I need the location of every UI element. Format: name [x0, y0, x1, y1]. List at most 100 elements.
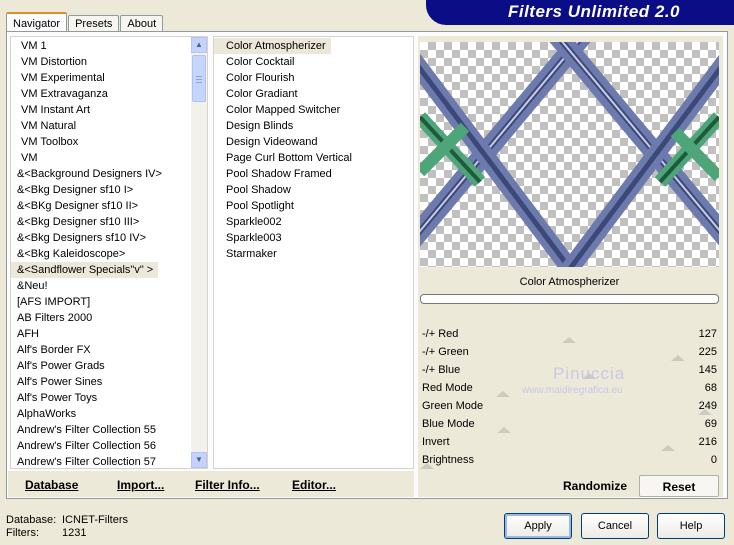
filter-item-label: Sparkle002 [226, 216, 282, 228]
param-value: 68 [704, 382, 717, 394]
slider-track[interactable] [420, 325, 719, 343]
filter-item[interactable]: Color Atmospherizer [214, 38, 413, 54]
param-value: 69 [704, 418, 717, 430]
category-item-label: [AFS IMPORT] [17, 296, 91, 308]
category-items: VM 1 VM Distortion VM Experimental VM Extra… [11, 37, 207, 468]
category-item-label: Alf's Power Toys [17, 392, 98, 404]
scroll-down-button[interactable]: ▼ [191, 452, 207, 468]
param-label: -/+ Green [422, 346, 469, 358]
filter-info-button[interactable]: Filter Info... [195, 478, 260, 492]
param-slider[interactable]: Green Mode 249 [420, 397, 719, 415]
category-scrollbar[interactable]: ▲ ▼ [191, 37, 207, 468]
param-slider[interactable]: Blue Mode 69 [420, 415, 719, 433]
database-button[interactable]: Database [25, 478, 78, 492]
category-item-label: VM Instant Art [21, 104, 91, 116]
category-item[interactable]: VM Instant Art [11, 102, 207, 118]
category-item[interactable]: AB Filters 2000 [11, 310, 207, 326]
category-item[interactable]: &Neu! [11, 278, 207, 294]
filter-item-label: Color Flourish [226, 72, 295, 84]
randomize-button[interactable]: Randomize [556, 475, 634, 497]
category-item[interactable]: AlphaWorks [11, 406, 207, 422]
database-value: ICNET-Filters [62, 514, 128, 526]
filter-item[interactable]: Sparkle002 [214, 214, 413, 230]
filter-item[interactable]: Design Videowand [214, 134, 413, 150]
reset-button[interactable]: Reset [639, 475, 719, 497]
category-item[interactable]: Alf's Power Sines [11, 374, 207, 390]
param-label: Brightness [422, 454, 474, 466]
cancel-button[interactable]: Cancel [581, 513, 649, 539]
filter-item-label: Sparkle003 [226, 232, 282, 244]
category-item-label: Andrew's Filter Collection 55 [17, 424, 157, 436]
category-item[interactable]: Alf's Power Toys [11, 390, 207, 406]
watermark-url: www.maidiregrafica.eu [522, 385, 623, 396]
tab-bar: Navigator Presets About [6, 12, 164, 33]
apply-button[interactable]: Apply [504, 513, 572, 539]
filter-item[interactable]: Design Blinds [214, 118, 413, 134]
filter-item[interactable]: Pool Shadow [214, 182, 413, 198]
editor-button[interactable]: Editor... [292, 478, 336, 492]
category-item-label: Alf's Power Grads [17, 360, 105, 372]
progress-bar [420, 294, 719, 304]
filter-item-label: Pool Shadow Framed [226, 168, 332, 180]
param-slider[interactable]: Invert 216 [420, 433, 719, 451]
category-item[interactable]: Alf's Border FX [11, 342, 207, 358]
category-list[interactable]: VM 1 VM Distortion VM Experimental VM Extra… [10, 36, 208, 469]
category-item[interactable]: AFH [11, 326, 207, 342]
category-item[interactable]: VM Distortion [11, 54, 207, 70]
category-item[interactable]: Andrew's Filter Collection 55 [11, 422, 207, 438]
category-item[interactable]: Andrew's Filter Collection 56 [11, 438, 207, 454]
category-item[interactable]: &<Background Designers IV> [11, 166, 207, 182]
filter-list[interactable]: Color Atmospherizer Color Cocktail Color F… [213, 36, 414, 469]
filter-item[interactable]: Pool Spotlight [214, 198, 413, 214]
param-label: -/+ Red [422, 328, 459, 340]
category-item[interactable]: VM [11, 150, 207, 166]
param-slider[interactable]: Brightness 0 [420, 451, 719, 469]
filter-item-label: Page Curl Bottom Vertical [226, 152, 352, 164]
filter-item[interactable]: Color Gradiant [214, 86, 413, 102]
scroll-up-button[interactable]: ▲ [191, 37, 207, 53]
category-item-label: Alf's Border FX [17, 344, 91, 356]
filter-item[interactable]: Starmaker [214, 246, 413, 262]
category-item[interactable]: &<Sandflower Specials"v" > [11, 262, 207, 278]
category-item[interactable]: VM Experimental [11, 70, 207, 86]
category-item-label: VM Toolbox [21, 136, 79, 148]
param-slider[interactable]: -/+ Red 127 [420, 325, 719, 343]
param-value: 216 [698, 436, 717, 448]
category-item-label: VM Extravaganza [21, 88, 108, 100]
filter-item[interactable]: Color Cocktail [214, 54, 413, 70]
category-item-label: &<BKg Designer sf10 II> [17, 200, 139, 212]
category-item-label: Alf's Power Sines [17, 376, 103, 388]
category-item[interactable]: &<Bkg Designer sf10 I> [11, 182, 207, 198]
filter-item[interactable]: Pool Shadow Framed [214, 166, 413, 182]
category-item[interactable]: VM Toolbox [11, 134, 207, 150]
category-item-label: &<Bkg Designers sf10 IV> [17, 232, 147, 244]
slider-track[interactable] [420, 433, 719, 451]
tab-navigator[interactable]: Navigator [6, 12, 68, 32]
scroll-thumb[interactable] [192, 55, 206, 102]
filters-count-label: Filters: [6, 527, 39, 539]
category-item[interactable]: &<BKg Designer sf10 II> [11, 198, 207, 214]
filter-item[interactable]: Page Curl Bottom Vertical [214, 150, 413, 166]
category-item[interactable]: VM Natural [11, 118, 207, 134]
category-item-label: &<Background Designers IV> [17, 168, 162, 180]
help-button[interactable]: Help [657, 513, 725, 539]
param-slider[interactable]: -/+ Green 225 [420, 343, 719, 361]
category-item[interactable]: [AFS IMPORT] [11, 294, 207, 310]
import-button[interactable]: Import... [117, 478, 164, 492]
category-item[interactable]: VM 1 [11, 38, 207, 54]
category-item[interactable]: &<Bkg Designer sf10 III> [11, 214, 207, 230]
category-item[interactable]: Andrew's Filter Collection 57 [11, 454, 207, 468]
category-item[interactable]: VM Extravaganza [11, 86, 207, 102]
filter-item[interactable]: Color Mapped Switcher [214, 102, 413, 118]
category-item[interactable]: &<Bkg Kaleidoscope> [11, 246, 207, 262]
filter-item[interactable]: Sparkle003 [214, 230, 413, 246]
database-info: Database: ICNET-Filters Filters: 1231 [6, 514, 128, 540]
filter-item[interactable]: Color Flourish [214, 70, 413, 86]
category-item[interactable]: &<Bkg Designers sf10 IV> [11, 230, 207, 246]
category-item-label: VM Natural [21, 120, 77, 132]
param-label: Red Mode [422, 382, 473, 394]
category-item-label: &Neu! [17, 280, 48, 292]
category-item[interactable]: Alf's Power Grads [11, 358, 207, 374]
category-item-label: VM [21, 152, 38, 164]
category-item-label: VM Distortion [21, 56, 88, 68]
